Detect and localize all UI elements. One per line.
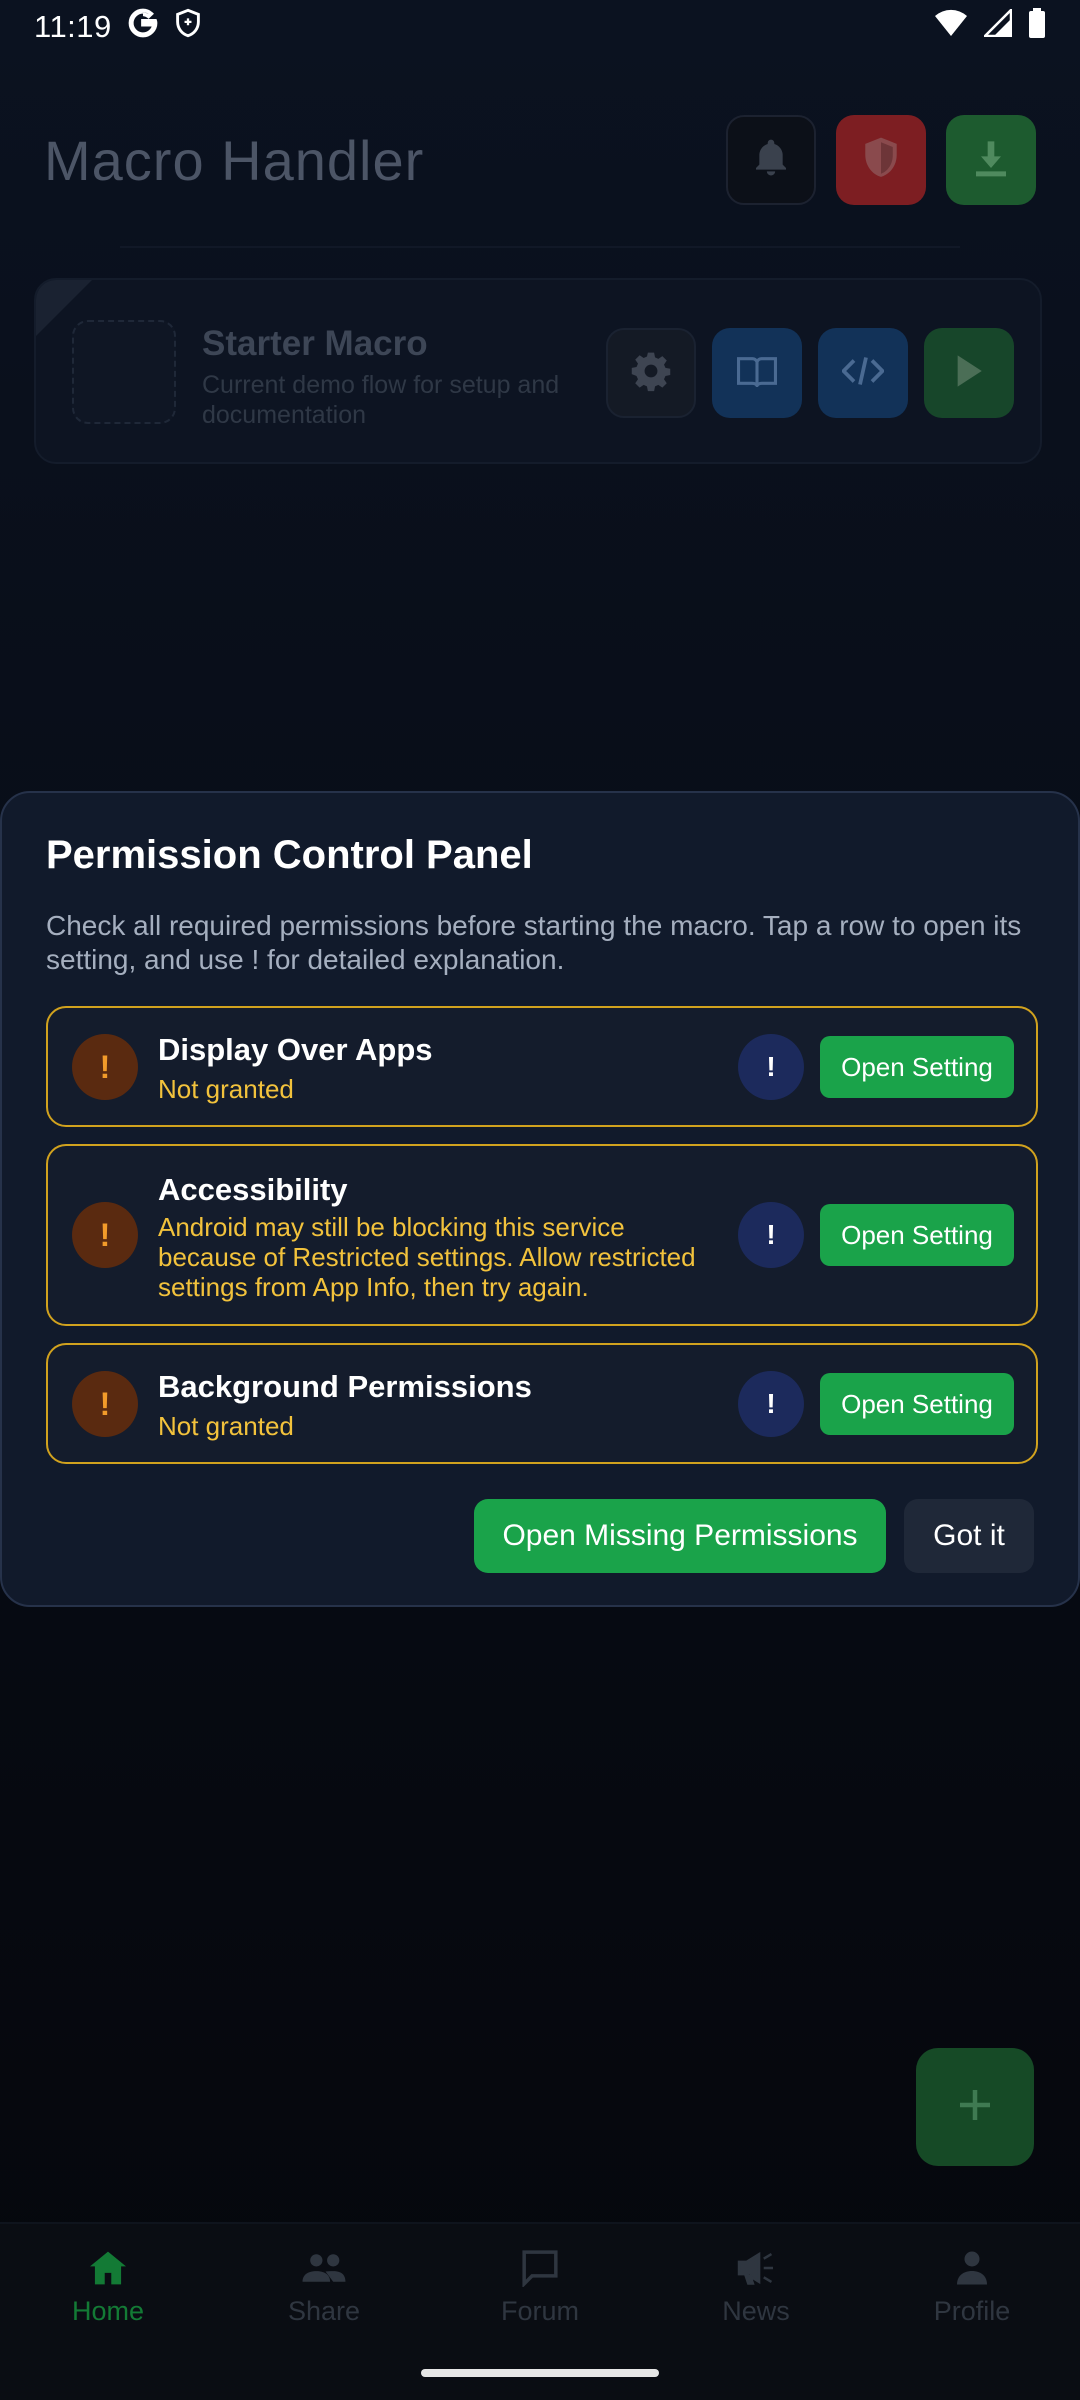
open-setting-button[interactable]: Open Setting [820,1373,1014,1435]
warning-icon: ! [72,1034,138,1100]
permission-name: Background Permissions [158,1369,532,1404]
app-header: Macro Handler [44,110,1036,210]
macro-title: Starter Macro [202,324,428,363]
status-right [934,6,1046,46]
permission-status: Not granted [158,1074,294,1104]
app-screen: 11:19 Macro Handler Starter Macro Curren… [0,0,1080,2400]
permission-name: Accessibility [158,1172,348,1207]
warning-icon: ! [72,1202,138,1268]
macro-run-button[interactable] [924,328,1014,418]
notifications-button[interactable] [726,115,816,205]
macro-docs-button[interactable] [712,328,802,418]
status-time: 11:19 [34,9,112,44]
got-it-button[interactable]: Got it [904,1499,1034,1573]
megaphone-icon [735,2246,777,2290]
play-icon [954,354,984,393]
info-button[interactable]: ! [738,1371,804,1437]
info-button[interactable]: ! [738,1202,804,1268]
header-actions [726,115,1036,205]
nav-label: Profile [933,2296,1011,2326]
open-missing-permissions-button[interactable]: Open Missing Permissions [474,1499,886,1573]
download-icon [971,138,1011,183]
macro-actions [606,328,1014,418]
signal-icon [981,6,1013,45]
shield-icon [862,136,900,185]
panel-description: Check all required permissions before st… [46,910,1022,975]
nav-profile[interactable]: Profile [872,2246,1072,2346]
nav-label: Home [71,2296,145,2326]
panel-footer: Open Missing Permissions Got it [474,1499,1034,1573]
warning-icon: ! [72,1371,138,1437]
home-icon [88,2246,128,2290]
status-bar: 11:19 [0,0,1080,54]
nav-label: Forum [500,2296,579,2326]
permission-row-background[interactable]: ! Background Permissions Not granted ! O… [46,1343,1038,1464]
person-icon [954,2246,990,2290]
open-setting-button[interactable]: Open Setting [820,1204,1014,1266]
nav-label: Share [287,2296,361,2326]
macro-settings-button[interactable] [606,328,696,418]
nav-share[interactable]: Share [224,2246,424,2346]
home-indicator [421,2369,659,2377]
permission-name: Display Over Apps [158,1032,433,1067]
app-title: Macro Handler [44,128,425,192]
permission-status: Not granted [158,1411,294,1441]
bell-icon [751,136,791,185]
wifi-icon [934,9,968,45]
macro-card[interactable]: Starter Macro Current demo flow for setu… [34,278,1042,464]
security-button[interactable] [836,115,926,205]
shield-outline-icon [174,8,202,46]
macro-thumbnail [72,320,176,424]
nav-news[interactable]: News [656,2246,856,2346]
book-icon [737,355,777,392]
permission-panel: Permission Control Panel Check all requi… [0,791,1080,1607]
header-divider [120,246,960,248]
chat-icon [520,2246,560,2290]
battery-icon [1028,8,1046,46]
people-icon [301,2246,347,2290]
google-icon [128,8,158,46]
info-button[interactable]: ! [738,1034,804,1100]
permission-row-display-over-apps[interactable]: ! Display Over Apps Not granted ! Open S… [46,1006,1038,1127]
plus-icon [957,2087,993,2128]
nav-label: News [722,2296,790,2326]
macro-description: Current demo flow for setup and document… [202,371,560,429]
panel-title: Permission Control Panel [46,833,533,877]
add-macro-button[interactable] [916,2048,1034,2166]
code-icon [840,355,886,392]
macro-code-button[interactable] [818,328,908,418]
download-button[interactable] [946,115,1036,205]
open-setting-button[interactable]: Open Setting [820,1036,1014,1098]
nav-home[interactable]: Home [8,2246,208,2346]
permission-status: Android may still be blocking this servi… [158,1212,696,1302]
permission-row-accessibility[interactable]: ! Accessibility Android may still be blo… [46,1144,1038,1326]
nav-forum[interactable]: Forum [440,2246,640,2346]
status-left: 11:19 [34,8,202,46]
gear-icon [629,349,673,398]
